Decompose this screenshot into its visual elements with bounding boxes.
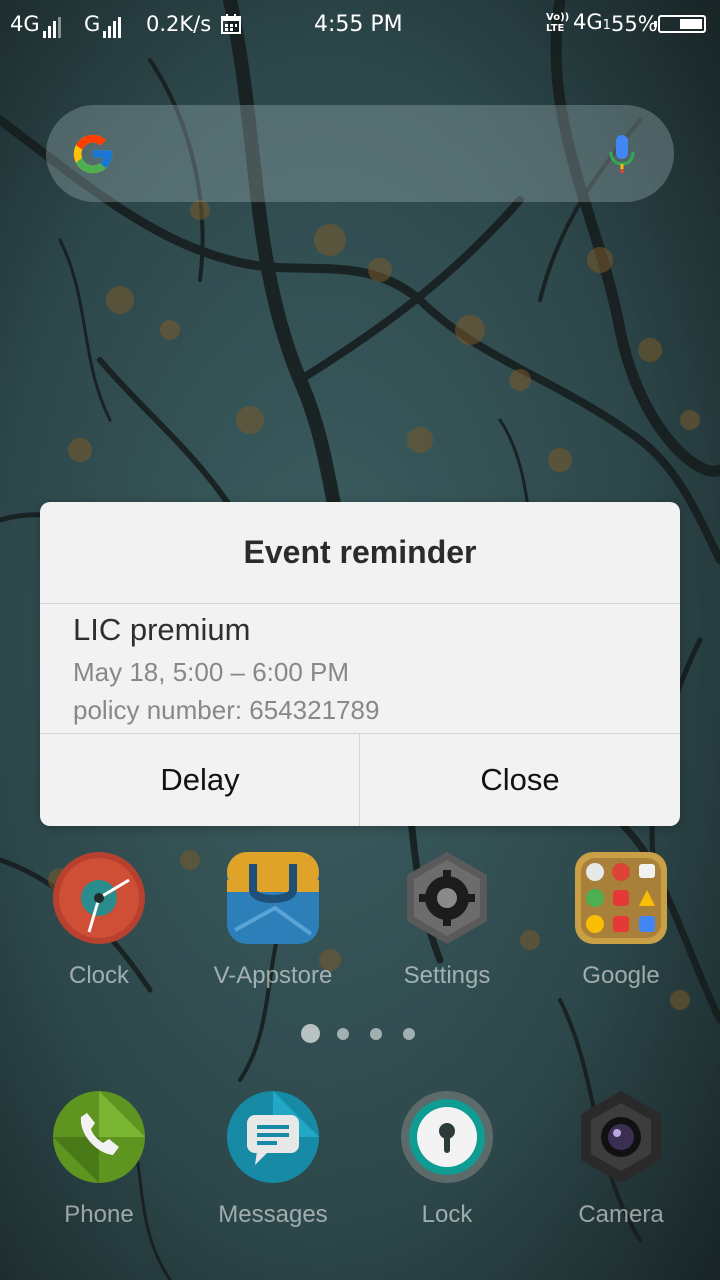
camera-lens-icon (581, 1091, 661, 1183)
app-label: Clock (68, 962, 129, 989)
event-time: May 18, 5:00 – 6:00 PM (73, 657, 350, 687)
delay-button[interactable]: Delay (40, 734, 360, 826)
sim2-signal: G (84, 12, 123, 38)
page-dot[interactable] (370, 1028, 382, 1040)
dialog-title: Event reminder (243, 534, 477, 570)
keyhole-icon (401, 1091, 493, 1183)
event-title: LIC premium (73, 612, 251, 647)
signal-bars-icon (103, 14, 123, 38)
google-g-icon (73, 134, 113, 174)
sim1-network-label: 4G (10, 12, 40, 36)
microphone-icon[interactable] (608, 133, 636, 175)
volte-top-label: Vo)) (546, 12, 570, 23)
page-indicator (0, 1024, 720, 1044)
sim1-signal: 4G (10, 12, 63, 38)
google-folder-icon (575, 852, 667, 944)
page-dot-active[interactable] (301, 1024, 320, 1043)
event-reminder-dialog: Event reminder LIC premium May 18, 5:00 … (40, 502, 680, 826)
sim2-network-label: G (84, 12, 101, 36)
app-label: V-Appstore (213, 962, 333, 989)
app-label: Messages (218, 1201, 328, 1228)
appstore-bag-icon (227, 852, 319, 944)
phone-icon (53, 1091, 145, 1183)
battery-fill (680, 19, 702, 29)
network-speed: 0.2K/s (146, 12, 212, 36)
home-screen: 4G G 0.2K/s 4:55 PM Vo)) LTE 4G1 55% Clo… (0, 0, 720, 1280)
battery-percent: 55% (611, 12, 658, 36)
app-label: Lock (421, 1201, 473, 1228)
clock-time: 4:55 PM (314, 12, 403, 37)
volte-indicator: Vo)) LTE (546, 12, 569, 34)
page-dot[interactable] (337, 1028, 349, 1040)
data-network-label: 4G (573, 10, 603, 34)
title-divider (40, 603, 680, 604)
app-label: Settings (403, 962, 491, 989)
close-button[interactable]: Close (360, 734, 680, 826)
signal-bars-icon (42, 14, 63, 38)
status-bar: 4G G 0.2K/s 4:55 PM Vo)) LTE 4G1 55% (0, 0, 720, 50)
google-search-bar[interactable] (46, 105, 674, 202)
battery-icon (654, 15, 706, 33)
data-network-sub: 1 (602, 18, 611, 33)
volte-bottom-label: LTE (546, 23, 565, 34)
app-label: Phone (64, 1201, 134, 1228)
calendar-icon (221, 14, 241, 34)
gear-icon (407, 852, 487, 944)
event-description: policy number: 654321789 (73, 695, 380, 725)
data-network: 4G1 (573, 10, 611, 34)
clock-icon (53, 852, 145, 944)
message-bubble-icon (227, 1091, 319, 1183)
page-dot[interactable] (403, 1028, 415, 1040)
app-label: Google (582, 962, 660, 989)
app-label: Camera (578, 1201, 664, 1228)
